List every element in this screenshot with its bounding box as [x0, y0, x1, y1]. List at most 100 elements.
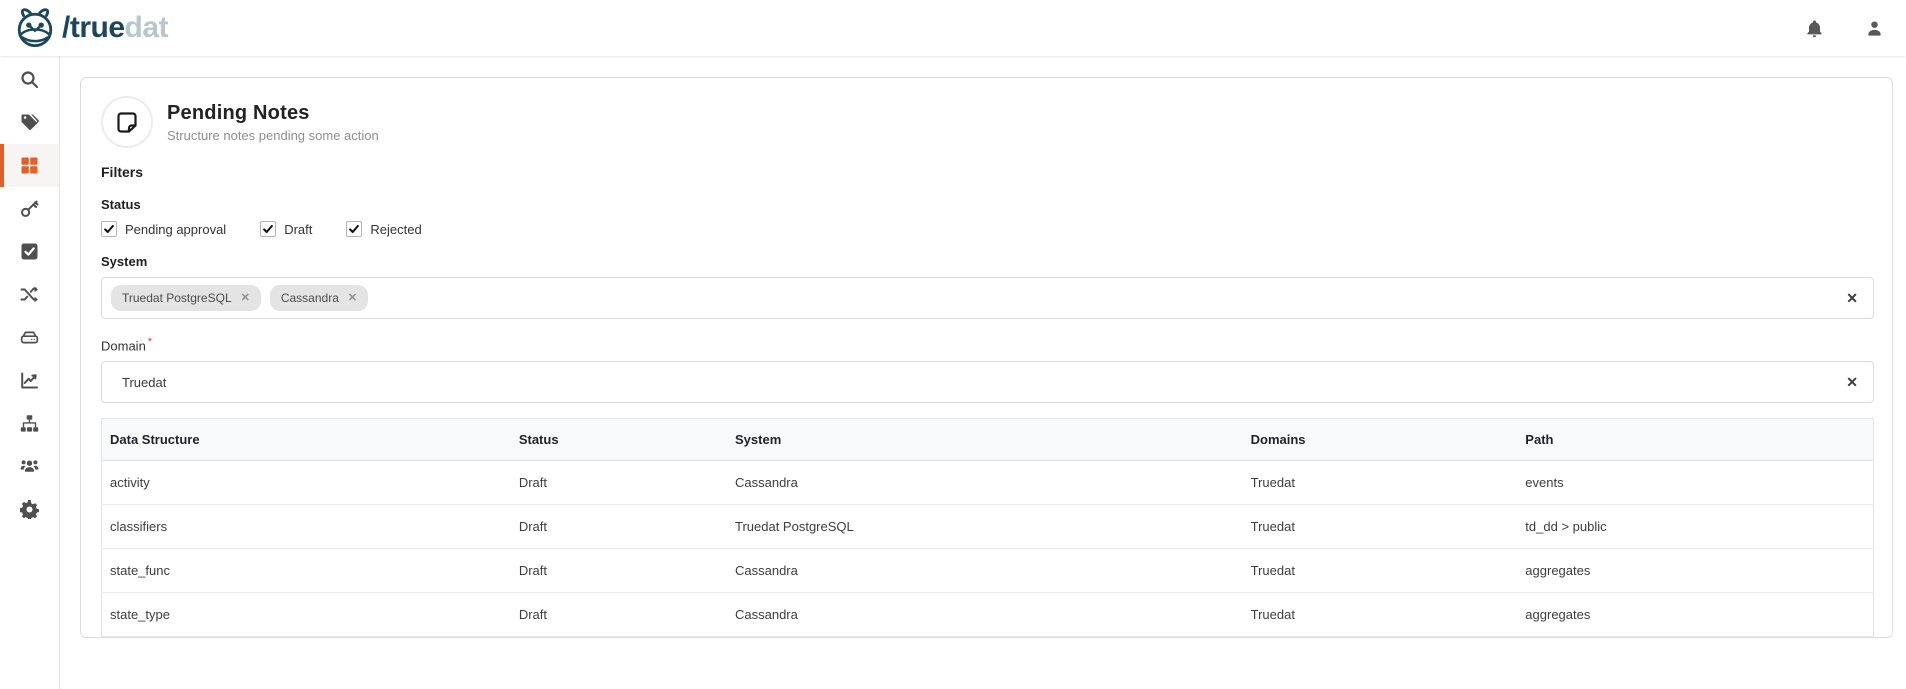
sidebar-item-key[interactable] [0, 187, 59, 230]
search-icon [20, 70, 39, 89]
pending-notes-card: Pending Notes Structure notes pending so… [80, 77, 1893, 638]
note-icon [117, 112, 137, 133]
table-row[interactable]: state_func Draft Cassandra Truedat aggregate… [101, 548, 1874, 593]
table-row[interactable]: classifiers Draft Truedat PostgreSQL Trueda… [101, 504, 1874, 549]
column-header-status: Status [510, 418, 727, 462]
card-header: Pending Notes Structure notes pending so… [101, 96, 1874, 148]
brand-wordmark: /truedat [62, 11, 169, 44]
domain-select-value: Truedat [122, 374, 167, 390]
brand-logo[interactable]: /truedat [14, 6, 169, 50]
table-cell: Draft [510, 592, 727, 637]
topbar-actions [1802, 16, 1892, 40]
column-header-domains: Domains [1242, 418, 1518, 462]
page-title: Pending Notes [167, 101, 310, 124]
checkbox-label: Rejected [370, 221, 422, 237]
table-row[interactable]: state_type Draft Cassandra Truedat aggregate… [101, 592, 1874, 637]
sidebar-item-systems[interactable] [0, 316, 59, 359]
table-cell: state_func [101, 548, 511, 593]
status-checkbox-pending-approval[interactable]: Pending approval [101, 221, 226, 237]
required-asterisk: * [147, 336, 153, 348]
column-header-data-structure: Data Structure [101, 418, 511, 462]
filters-heading: Filters [101, 164, 144, 180]
system-select-values: Truedat PostgreSQL ✕ Cassandra ✕ [111, 285, 377, 311]
wordmark-secondary: dat [124, 11, 169, 44]
checkbox-checked-icon[interactable] [101, 221, 117, 237]
system-label: System [101, 254, 148, 269]
grid-icon [20, 156, 39, 175]
main-content: Pending Notes Structure notes pending so… [60, 56, 1906, 689]
clear-system-icon[interactable]: ✕ [1846, 291, 1858, 305]
checkbox-label: Draft [284, 221, 313, 237]
sidebar-item-quality[interactable] [0, 230, 59, 273]
sidebar-item-charts[interactable] [0, 359, 59, 402]
user-menu-button[interactable] [1862, 16, 1886, 40]
bell-icon [1806, 19, 1822, 37]
table-header-row: Data Structure Status System Domains Path [101, 418, 1874, 462]
pending-notes-icon-circle [101, 96, 153, 148]
shuffle-icon [20, 285, 39, 304]
column-header-system: System [727, 418, 1243, 462]
status-checkbox-draft[interactable]: Draft [260, 221, 312, 237]
sitemap-icon [20, 414, 39, 433]
users-icon [20, 457, 39, 476]
status-label: Status [101, 197, 141, 212]
sidebar-item-lineage[interactable] [0, 273, 59, 316]
table-row[interactable]: activity Draft Cassandra Truedat events [101, 460, 1874, 505]
topbar: /truedat [0, 0, 1906, 56]
status-checkbox-rejected[interactable]: Rejected [346, 221, 422, 237]
table-cell: aggregates [1517, 548, 1874, 593]
table-cell: td_dd > public [1517, 504, 1874, 549]
selected-system-tag: Truedat PostgreSQL ✕ [111, 285, 261, 311]
sidebar-item-tags[interactable] [0, 101, 59, 144]
table-cell: activity [110, 475, 150, 491]
sidebar-item-users[interactable] [0, 445, 59, 488]
system-select[interactable]: Truedat PostgreSQL ✕ Cassandra ✕ ✕ [101, 277, 1874, 319]
owl-icon [17, 8, 53, 48]
table-cell: classifiers [101, 504, 511, 549]
remove-tag-icon[interactable]: ✕ [241, 292, 250, 304]
sidebar-item-taxonomy[interactable] [0, 402, 59, 445]
pending-notes-table: Data Structure Status System Domains Path ac… [101, 418, 1874, 638]
table-cell: Draft [518, 475, 547, 491]
checkbox-checked-icon[interactable] [260, 221, 277, 237]
wordmark-primary: /true [62, 11, 125, 44]
table-cell: Truedat [1242, 548, 1518, 593]
table-cell: Draft [510, 548, 727, 593]
sidebar-item-settings[interactable] [0, 488, 59, 531]
table-cell: Cassandra [735, 475, 798, 491]
table-cell: Cassandra [727, 592, 1243, 637]
table-cell: Truedat [1250, 475, 1295, 491]
gear-icon [20, 500, 39, 519]
sidebar-item-search[interactable] [0, 58, 59, 101]
tag-label: Cassandra [280, 291, 339, 305]
sidebar-item-dashboard[interactable] [0, 144, 59, 187]
domain-select[interactable]: Truedat ✕ [101, 361, 1874, 404]
sidebar [0, 56, 60, 689]
tag-label: Truedat PostgreSQL [122, 291, 232, 305]
table-cell: Cassandra [727, 548, 1243, 593]
remove-tag-icon[interactable]: ✕ [348, 292, 357, 304]
hdd-icon [20, 328, 39, 347]
check-square-icon [20, 242, 39, 261]
table-body: activity Draft Cassandra Truedat events class… [101, 460, 1874, 637]
table-cell: aggregates [1517, 592, 1874, 637]
key-icon [20, 199, 39, 218]
table-cell: Truedat PostgreSQL [727, 504, 1243, 549]
table-cell: Truedat [1242, 504, 1518, 549]
table-cell: events [1525, 475, 1564, 491]
table-cell: Draft [510, 504, 727, 549]
status-options: Pending approval Draft Rejected [101, 221, 1874, 237]
table-cell: Truedat [1242, 592, 1518, 637]
chart-line-icon [20, 371, 39, 390]
checkbox-checked-icon[interactable] [346, 221, 363, 237]
selected-system-tag: Cassandra ✕ [269, 285, 369, 311]
page-subtitle: Structure notes pending some action [167, 127, 379, 143]
table-cell: state_type [101, 592, 511, 637]
clear-domain-icon[interactable]: ✕ [1846, 375, 1858, 389]
domain-label-text: Domain [101, 338, 146, 354]
notifications-button[interactable] [1802, 16, 1826, 40]
checkbox-label: Pending approval [125, 221, 227, 237]
user-icon [1867, 20, 1881, 36]
tags-icon [20, 113, 39, 132]
column-header-path: Path [1517, 418, 1874, 462]
